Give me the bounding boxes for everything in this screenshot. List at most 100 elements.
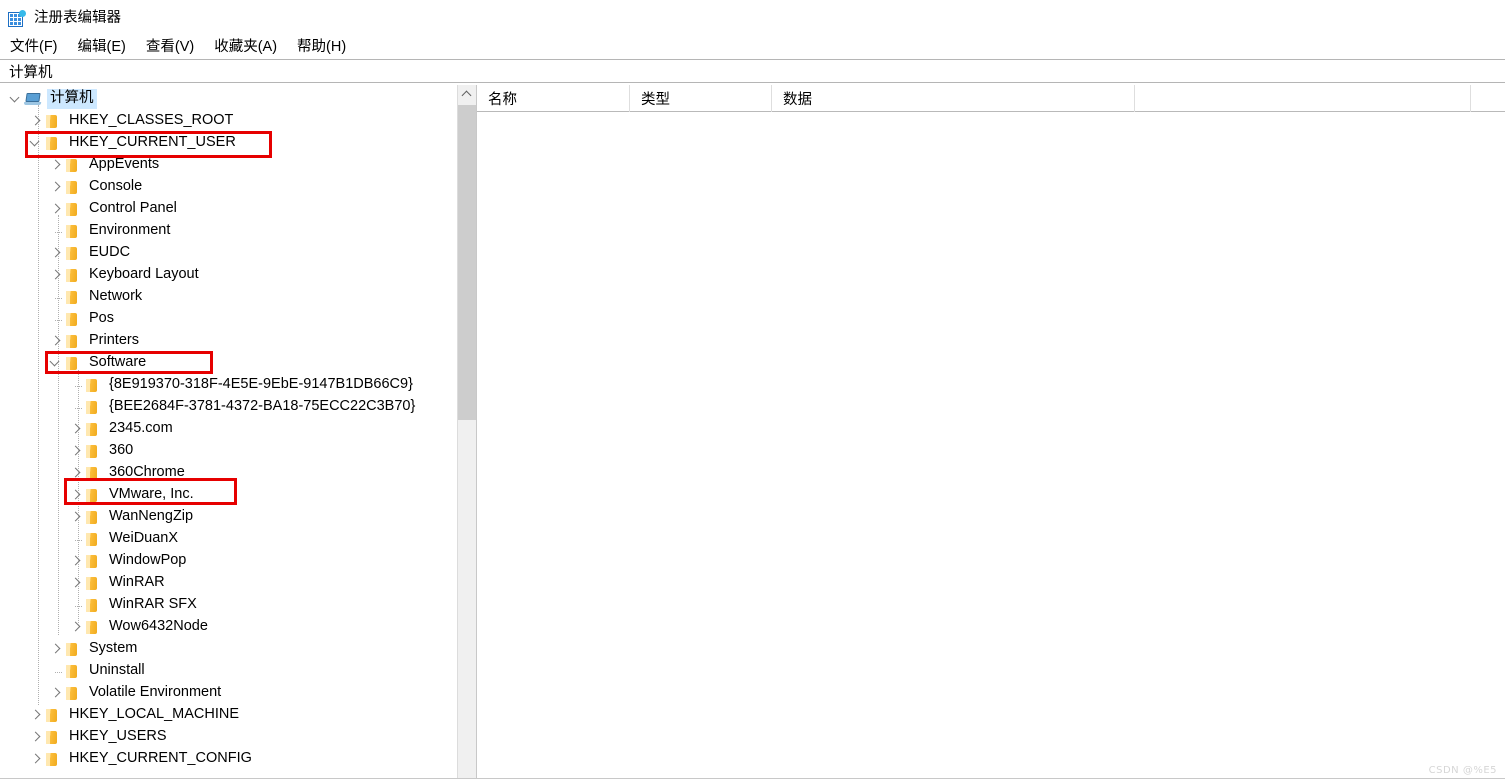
chevron-right-icon[interactable] (68, 443, 84, 459)
column-header-type[interactable]: 类型 (630, 85, 772, 112)
tree-item[interactable]: Software (0, 352, 457, 374)
chevron-right-icon[interactable] (48, 157, 64, 173)
tree-item-label: 360 (109, 442, 134, 459)
chevron-right-icon[interactable] (68, 421, 84, 437)
tree-item[interactable]: HKEY_CLASSES_ROOT (0, 110, 457, 132)
folder-icon (64, 334, 80, 349)
folder-icon (84, 444, 100, 459)
tree-item-label: Wow6432Node (109, 618, 208, 635)
tree-item-label: VMware, Inc. (109, 486, 194, 503)
column-header-extra[interactable] (1135, 85, 1471, 112)
tree-item[interactable]: 计算机 (0, 88, 457, 110)
chevron-right-icon[interactable] (48, 641, 64, 657)
csdn-watermark: CSDN @%E5 (1428, 765, 1497, 776)
tree-item[interactable]: {8E919370-318F-4E5E-9EbE-9147B1DB66C9} (0, 374, 457, 396)
tree-item-label: Console (89, 178, 143, 195)
menu-favorites[interactable]: 收藏夹(A) (214, 40, 277, 55)
menu-view[interactable]: 查看(V) (146, 40, 194, 55)
main-content: 计算机 HKEY_CLASSES_ROOT HKEY_CURRENT_USER App… (0, 85, 1505, 779)
chevron-right-icon[interactable] (68, 487, 84, 503)
menu-edit[interactable]: 编辑(E) (78, 40, 126, 55)
chevron-right-icon[interactable] (28, 729, 44, 745)
folder-icon (84, 532, 100, 547)
folder-icon (44, 730, 60, 745)
folder-icon (64, 180, 80, 195)
tree-item-label: Printers (89, 332, 139, 349)
tree-item[interactable]: 360 (0, 440, 457, 462)
tree-item[interactable]: AppEvents (0, 154, 457, 176)
chevron-down-icon[interactable] (48, 355, 64, 371)
menu-bar: 文件(F) 编辑(E) 查看(V) 收藏夹(A) 帮助(H) (0, 36, 1505, 59)
tree-item[interactable]: Printers (0, 330, 457, 352)
folder-icon (64, 268, 80, 283)
folder-icon (64, 202, 80, 217)
chevron-right-icon[interactable] (48, 267, 64, 283)
chevron-right-icon[interactable] (68, 575, 84, 591)
tree-item-label: AppEvents (89, 156, 160, 173)
column-header-name[interactable]: 名称 (477, 85, 630, 112)
tree-item[interactable]: Environment (0, 220, 457, 242)
tree-item-label: Keyboard Layout (89, 266, 199, 283)
tree-item[interactable]: 360Chrome (0, 462, 457, 484)
tree-item-label: HKEY_USERS (69, 728, 167, 745)
tree-item[interactable]: {BEE2684F-3781-4372-BA18-75ECC22C3B70} (0, 396, 457, 418)
tree-item[interactable]: Console (0, 176, 457, 198)
chevron-right-icon[interactable] (48, 245, 64, 261)
tree-item[interactable]: HKEY_CURRENT_USER (0, 132, 457, 154)
chevron-right-icon[interactable] (48, 685, 64, 701)
tree-item[interactable]: WinRAR (0, 572, 457, 594)
tree-item[interactable]: VMware, Inc. (0, 484, 457, 506)
value-list-pane: 名称 类型 数据 (477, 85, 1505, 779)
tree-item-label: Volatile Environment (89, 684, 222, 701)
tree-item[interactable]: Control Panel (0, 198, 457, 220)
tree-item[interactable]: WanNengZip (0, 506, 457, 528)
chevron-right-icon[interactable] (48, 333, 64, 349)
folder-icon (64, 642, 80, 657)
tree-item-label: Pos (89, 310, 114, 327)
folder-icon (84, 576, 100, 591)
registry-tree-pane: 计算机 HKEY_CLASSES_ROOT HKEY_CURRENT_USER App… (0, 85, 477, 779)
tree-item[interactable]: Volatile Environment (0, 682, 457, 704)
tree-item[interactable]: 2345.com (0, 418, 457, 440)
tree-vertical-scrollbar[interactable] (457, 85, 476, 779)
scrollbar-thumb[interactable] (458, 105, 476, 420)
chevron-down-icon[interactable] (8, 91, 24, 107)
tree-item[interactable]: WinRAR SFX (0, 594, 457, 616)
tree-item[interactable]: Keyboard Layout (0, 264, 457, 286)
folder-icon (64, 290, 80, 305)
tree-item-label: Network (89, 288, 143, 305)
chevron-right-icon[interactable] (68, 553, 84, 569)
chevron-down-icon[interactable] (28, 135, 44, 151)
registry-tree-scroll: 计算机 HKEY_CLASSES_ROOT HKEY_CURRENT_USER App… (0, 85, 457, 779)
tree-item[interactable]: EUDC (0, 242, 457, 264)
tree-item[interactable]: Pos (0, 308, 457, 330)
chevron-right-icon[interactable] (68, 619, 84, 635)
address-bar[interactable]: 计算机 (0, 59, 1505, 83)
chevron-right-icon[interactable] (28, 751, 44, 767)
tree-item[interactable]: HKEY_CURRENT_CONFIG (0, 748, 457, 770)
tree-connector-line (48, 663, 64, 679)
menu-file[interactable]: 文件(F) (10, 40, 58, 55)
folder-icon (84, 620, 100, 635)
tree-item[interactable]: WindowPop (0, 550, 457, 572)
folder-icon (84, 466, 100, 481)
menu-help[interactable]: 帮助(H) (297, 40, 346, 55)
tree-item-label: Control Panel (89, 200, 177, 217)
tree-item[interactable]: WeiDuanX (0, 528, 457, 550)
chevron-right-icon[interactable] (48, 179, 64, 195)
tree-item-label: {8E919370-318F-4E5E-9EbE-9147B1DB66C9} (109, 376, 413, 393)
chevron-right-icon[interactable] (28, 707, 44, 723)
scroll-up-arrow-icon[interactable] (458, 85, 476, 103)
tree-item[interactable]: Wow6432Node (0, 616, 457, 638)
tree-item[interactable]: Network (0, 286, 457, 308)
chevron-right-icon[interactable] (28, 113, 44, 129)
chevron-right-icon[interactable] (48, 201, 64, 217)
tree-connector-line (48, 289, 64, 305)
column-header-data[interactable]: 数据 (772, 85, 1135, 112)
tree-item[interactable]: Uninstall (0, 660, 457, 682)
tree-item[interactable]: HKEY_USERS (0, 726, 457, 748)
tree-item[interactable]: System (0, 638, 457, 660)
chevron-right-icon[interactable] (68, 465, 84, 481)
chevron-right-icon[interactable] (68, 509, 84, 525)
tree-item[interactable]: HKEY_LOCAL_MACHINE (0, 704, 457, 726)
